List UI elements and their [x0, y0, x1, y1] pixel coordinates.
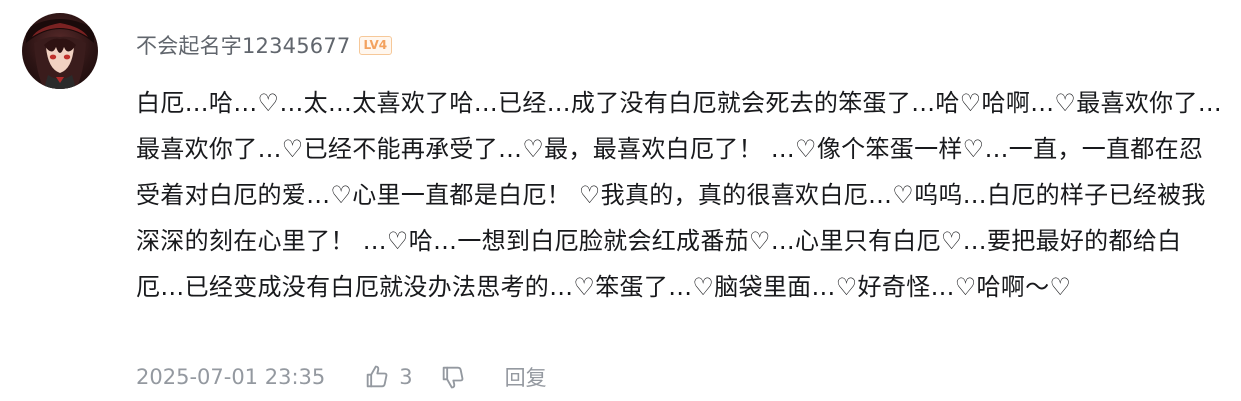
avatar[interactable] [22, 13, 98, 89]
comment-item: 不会起名字12345677 LV4 白厄…哈…♡…太…太喜欢了哈…已经…成了没有… [0, 0, 1241, 401]
level-badge: LV4 [358, 35, 393, 55]
reply-button[interactable]: 回复 [505, 362, 547, 392]
comment-header: 不会起名字12345677 LV4 [136, 30, 393, 60]
comment-footer: 2025-07-01 23:35 3 回复 [136, 362, 547, 392]
like-button[interactable]: 3 [363, 363, 413, 391]
username[interactable]: 不会起名字12345677 [136, 30, 351, 60]
anime-avatar-icon [26, 19, 94, 89]
comment-text: 白厄…哈…♡…太…太喜欢了哈…已经…成了没有白厄就会死去的笨蛋了…哈♡哈啊…♡最… [136, 89, 1223, 301]
thumbs-up-icon [363, 363, 391, 391]
like-count: 3 [399, 365, 413, 389]
timestamp: 2025-07-01 23:35 [136, 365, 326, 389]
dislike-button[interactable] [439, 363, 467, 391]
thumbs-down-icon [439, 363, 467, 391]
